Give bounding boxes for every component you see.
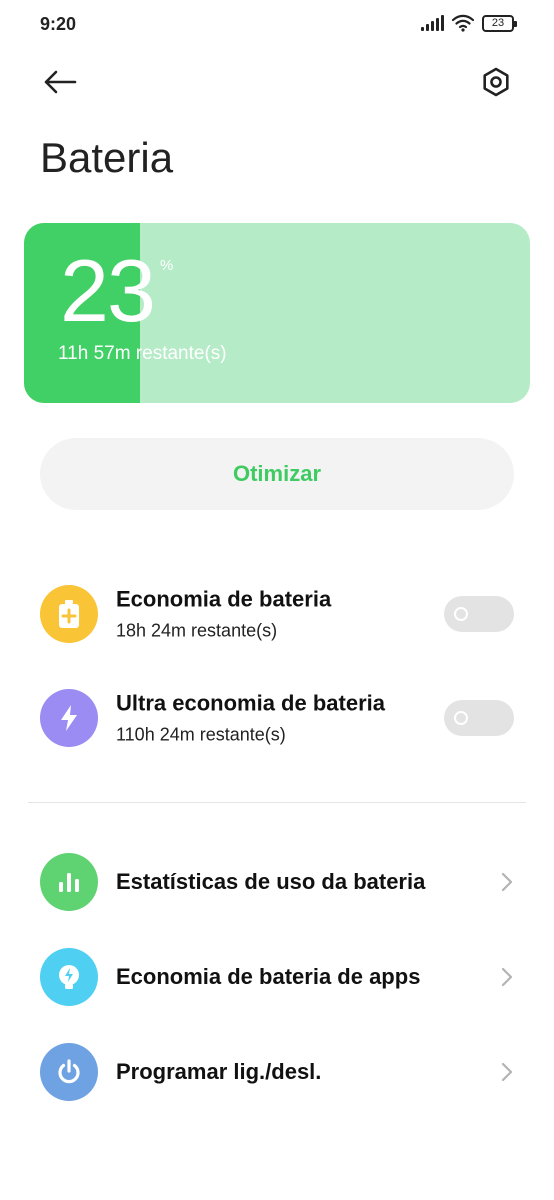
battery-saver-icon bbox=[40, 585, 98, 643]
power-icon bbox=[40, 1043, 98, 1101]
ultra-battery-saver-row[interactable]: Ultra economia de bateria 110h 24m resta… bbox=[0, 678, 554, 758]
page-title: Bateria bbox=[40, 134, 174, 181]
toggle-knob bbox=[454, 711, 468, 725]
chevron-right-icon bbox=[501, 872, 513, 892]
ultra-battery-saver-title: Ultra economia de bateria bbox=[116, 690, 385, 716]
battery-saver-title: Economia de bateria bbox=[116, 586, 332, 612]
app-battery-saver-text: Economia de bateria de apps bbox=[116, 964, 420, 990]
app-battery-saver-title: Economia de bateria de apps bbox=[116, 964, 421, 989]
battery-saver-text: Economia de bateria 18h 24m restante(s) bbox=[116, 587, 331, 642]
schedule-power-title: Programar lig./desl. bbox=[116, 1059, 322, 1084]
ultra-battery-saver-text: Ultra economia de bateria 110h 24m resta… bbox=[116, 691, 385, 746]
battery-saver-toggle[interactable] bbox=[444, 596, 514, 632]
hexagon-settings-icon bbox=[483, 67, 509, 97]
percent-sign: % bbox=[160, 257, 174, 274]
battery-remaining-time: 11h 57m restante(s) bbox=[58, 343, 227, 364]
app-battery-saver-row[interactable]: Economia de bateria de apps bbox=[0, 937, 554, 1017]
lightning-icon bbox=[40, 689, 98, 747]
battery-usage-stats-title: Estatísticas de uso da bateria bbox=[116, 869, 426, 894]
toggle-knob bbox=[454, 607, 468, 621]
ultra-battery-saver-toggle[interactable] bbox=[444, 700, 514, 736]
ultra-battery-saver-subtitle: 110h 24m restante(s) bbox=[116, 724, 286, 745]
battery-percent: 23 bbox=[60, 241, 156, 340]
battery-saver-row[interactable]: Economia de bateria 18h 24m restante(s) bbox=[0, 574, 554, 654]
status-time: 9:20 bbox=[40, 14, 77, 34]
battery-usage-stats-row[interactable]: Estatísticas de uso da bateria bbox=[0, 842, 554, 922]
bar-chart-icon bbox=[40, 853, 98, 911]
chevron-right-icon bbox=[501, 1062, 513, 1082]
battery-saver-subtitle: 18h 24m restante(s) bbox=[116, 620, 278, 641]
status-bar: 9:20 23 bbox=[0, 0, 554, 50]
app-saver-icon bbox=[40, 948, 98, 1006]
schedule-power-row[interactable]: Programar lig./desl. bbox=[0, 1032, 554, 1112]
status-icons: 23 bbox=[421, 14, 517, 32]
battery-status-icon: 23 bbox=[482, 14, 517, 32]
chevron-right-icon bbox=[501, 967, 513, 987]
back-button[interactable] bbox=[38, 62, 82, 102]
signal-icon bbox=[421, 15, 444, 31]
back-arrow-icon bbox=[44, 70, 77, 94]
battery-usage-stats-text: Estatísticas de uso da bateria bbox=[116, 869, 425, 895]
settings-button[interactable] bbox=[476, 62, 516, 102]
section-divider bbox=[28, 802, 526, 803]
wifi-icon bbox=[452, 14, 474, 32]
optimize-button[interactable]: Otimizar bbox=[40, 438, 514, 510]
battery-card: 23 % 11h 57m restante(s) bbox=[24, 223, 530, 403]
schedule-power-text: Programar lig./desl. bbox=[116, 1059, 321, 1085]
